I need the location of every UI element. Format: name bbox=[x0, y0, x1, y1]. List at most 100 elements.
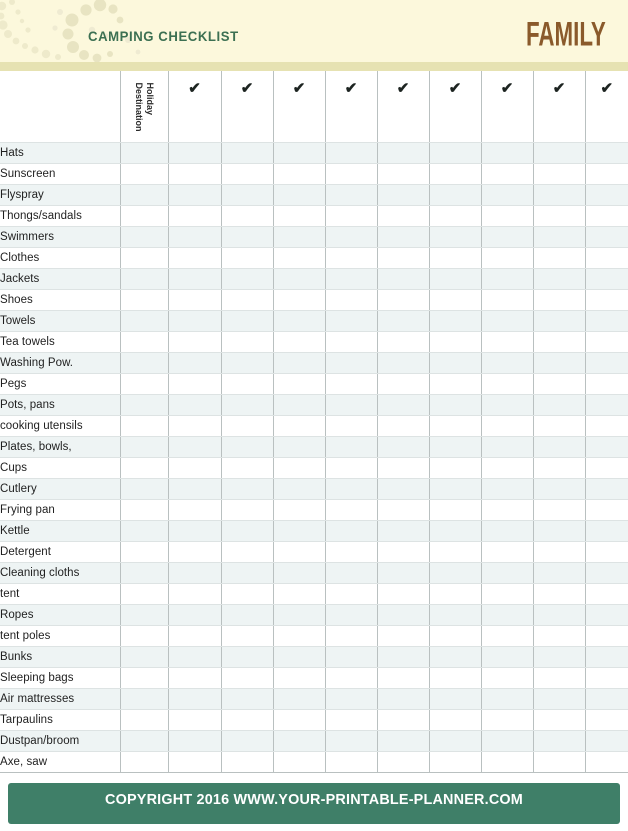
checkbox-cell[interactable] bbox=[272, 730, 325, 752]
checkbox-cell[interactable] bbox=[480, 667, 533, 689]
checkbox-cell[interactable] bbox=[220, 373, 273, 395]
checkbox-cell[interactable] bbox=[376, 247, 429, 269]
checkbox-cell[interactable] bbox=[324, 226, 377, 248]
checkbox-cell[interactable] bbox=[480, 751, 533, 773]
checkbox-cell[interactable] bbox=[324, 478, 377, 500]
header-check-column-9[interactable]: ✔ bbox=[584, 71, 628, 143]
checkbox-cell[interactable] bbox=[167, 352, 221, 374]
checkbox-cell[interactable] bbox=[220, 310, 273, 332]
checkbox-cell[interactable] bbox=[480, 478, 533, 500]
checkbox-cell[interactable] bbox=[428, 205, 481, 227]
checkbox-cell[interactable] bbox=[584, 478, 628, 500]
checkbox-cell[interactable] bbox=[324, 205, 377, 227]
checkbox-cell[interactable] bbox=[167, 268, 221, 290]
checkbox-cell[interactable] bbox=[428, 520, 481, 542]
checkbox-cell[interactable] bbox=[480, 520, 533, 542]
checkbox-cell[interactable] bbox=[532, 751, 585, 773]
checkbox-cell[interactable] bbox=[119, 562, 168, 584]
checkbox-cell[interactable] bbox=[376, 226, 429, 248]
checkbox-cell[interactable] bbox=[584, 751, 628, 773]
checkbox-cell[interactable] bbox=[272, 184, 325, 206]
checkbox-cell[interactable] bbox=[220, 205, 273, 227]
checkbox-cell[interactable] bbox=[532, 352, 585, 374]
checkbox-cell[interactable] bbox=[584, 268, 628, 290]
checkbox-cell[interactable] bbox=[584, 457, 628, 479]
checkbox-cell[interactable] bbox=[532, 541, 585, 563]
checkbox-cell[interactable] bbox=[220, 226, 273, 248]
checkbox-cell[interactable] bbox=[480, 709, 533, 731]
checkbox-cell[interactable] bbox=[532, 310, 585, 332]
checkbox-cell[interactable] bbox=[428, 625, 481, 647]
checkbox-cell[interactable] bbox=[324, 562, 377, 584]
checkbox-cell[interactable] bbox=[428, 478, 481, 500]
checkbox-cell[interactable] bbox=[428, 730, 481, 752]
checkbox-cell[interactable] bbox=[272, 247, 325, 269]
checkbox-cell[interactable] bbox=[584, 415, 628, 437]
checkbox-cell[interactable] bbox=[532, 415, 585, 437]
checkbox-cell[interactable] bbox=[324, 709, 377, 731]
checkbox-cell[interactable] bbox=[376, 205, 429, 227]
checkbox-cell[interactable] bbox=[480, 331, 533, 353]
checkbox-cell[interactable] bbox=[272, 163, 325, 185]
checkbox-cell[interactable] bbox=[272, 373, 325, 395]
checkbox-cell[interactable] bbox=[167, 184, 221, 206]
checkbox-cell[interactable] bbox=[532, 457, 585, 479]
checkbox-cell[interactable] bbox=[584, 709, 628, 731]
checkbox-cell[interactable] bbox=[376, 499, 429, 521]
checkbox-cell[interactable] bbox=[220, 289, 273, 311]
checkbox-cell[interactable] bbox=[119, 373, 168, 395]
checkbox-cell[interactable] bbox=[584, 604, 628, 626]
checkbox-cell[interactable] bbox=[480, 310, 533, 332]
checkbox-cell[interactable] bbox=[428, 436, 481, 458]
checkbox-cell[interactable] bbox=[272, 541, 325, 563]
checkbox-cell[interactable] bbox=[272, 415, 325, 437]
checkbox-cell[interactable] bbox=[119, 709, 168, 731]
checkbox-cell[interactable] bbox=[376, 289, 429, 311]
checkbox-cell[interactable] bbox=[428, 709, 481, 731]
checkbox-cell[interactable] bbox=[220, 478, 273, 500]
checkbox-cell[interactable] bbox=[167, 310, 221, 332]
checkbox-cell[interactable] bbox=[428, 562, 481, 584]
checkbox-cell[interactable] bbox=[584, 394, 628, 416]
checkbox-cell[interactable] bbox=[119, 163, 168, 185]
checkbox-cell[interactable] bbox=[167, 751, 221, 773]
checkbox-cell[interactable] bbox=[428, 751, 481, 773]
checkbox-cell[interactable] bbox=[584, 373, 628, 395]
checkbox-cell[interactable] bbox=[119, 646, 168, 668]
checkbox-cell[interactable] bbox=[376, 625, 429, 647]
checkbox-cell[interactable] bbox=[584, 646, 628, 668]
checkbox-cell[interactable] bbox=[584, 499, 628, 521]
checkbox-cell[interactable] bbox=[119, 142, 168, 164]
checkbox-cell[interactable] bbox=[324, 184, 377, 206]
checkbox-cell[interactable] bbox=[119, 331, 168, 353]
checkbox-cell[interactable] bbox=[584, 520, 628, 542]
checkbox-cell[interactable] bbox=[119, 436, 168, 458]
checkbox-cell[interactable] bbox=[220, 562, 273, 584]
checkbox-cell[interactable] bbox=[119, 310, 168, 332]
checkbox-cell[interactable] bbox=[532, 163, 585, 185]
checkbox-cell[interactable] bbox=[376, 667, 429, 689]
checkbox-cell[interactable] bbox=[376, 751, 429, 773]
checkbox-cell[interactable] bbox=[324, 163, 377, 185]
checkbox-cell[interactable] bbox=[119, 730, 168, 752]
checkbox-cell[interactable] bbox=[272, 751, 325, 773]
checkbox-cell[interactable] bbox=[480, 268, 533, 290]
checkbox-cell[interactable] bbox=[220, 331, 273, 353]
checkbox-cell[interactable] bbox=[119, 541, 168, 563]
checkbox-cell[interactable] bbox=[584, 730, 628, 752]
checkbox-cell[interactable] bbox=[584, 205, 628, 227]
checkbox-cell[interactable] bbox=[119, 499, 168, 521]
checkbox-cell[interactable] bbox=[480, 247, 533, 269]
checkbox-cell[interactable] bbox=[324, 520, 377, 542]
checkbox-cell[interactable] bbox=[272, 499, 325, 521]
checkbox-cell[interactable] bbox=[532, 226, 585, 248]
header-check-column-4[interactable]: ✔ bbox=[324, 71, 377, 143]
checkbox-cell[interactable] bbox=[220, 415, 273, 437]
checkbox-cell[interactable] bbox=[428, 499, 481, 521]
checkbox-cell[interactable] bbox=[532, 478, 585, 500]
checkbox-cell[interactable] bbox=[220, 184, 273, 206]
checkbox-cell[interactable] bbox=[480, 688, 533, 710]
checkbox-cell[interactable] bbox=[428, 163, 481, 185]
checkbox-cell[interactable] bbox=[272, 310, 325, 332]
checkbox-cell[interactable] bbox=[532, 583, 585, 605]
